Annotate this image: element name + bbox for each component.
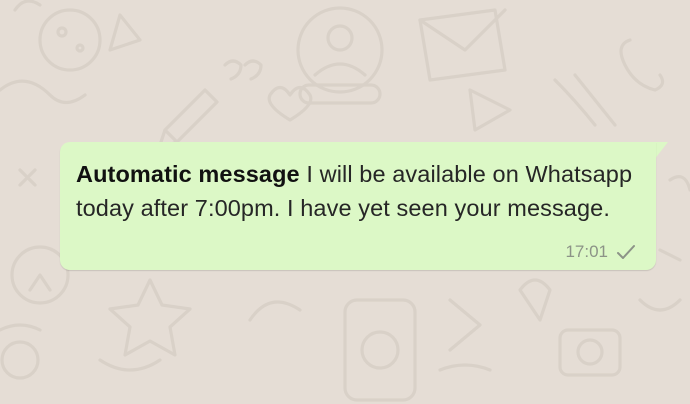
message-meta: 17:01 bbox=[565, 242, 636, 262]
message-timestamp: 17:01 bbox=[565, 242, 608, 261]
message-text: Automatic message I will be available on… bbox=[76, 157, 636, 225]
message-sender-label: Automatic message bbox=[76, 161, 300, 187]
message-bubble-container[interactable]: Automatic message I will be available on… bbox=[60, 142, 668, 270]
chat-wallpaper: Automatic message I will be available on… bbox=[0, 0, 690, 404]
single-check-icon bbox=[617, 245, 635, 259]
message-bubble[interactable]: Automatic message I will be available on… bbox=[60, 142, 656, 270]
